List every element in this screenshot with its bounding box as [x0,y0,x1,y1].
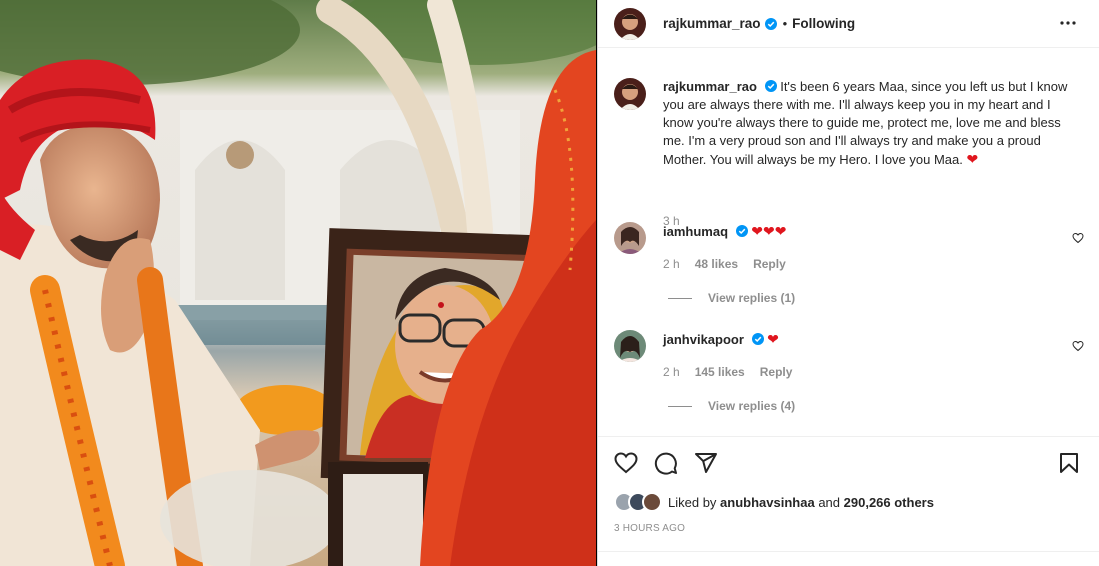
liked-by-summary[interactable]: Liked by anubhavsinhaa and 290,266 other… [614,492,934,512]
post-caption: rajkummar_rao It's been 6 years Maa, sin… [614,78,1084,228]
author-avatar[interactable] [614,7,646,40]
reply-button[interactable]: Reply [760,365,793,379]
liker-avatars [614,492,668,512]
verified-badge-icon [764,80,777,92]
author-username[interactable]: rajkummar_rao [663,16,761,31]
comment-likes-count[interactable]: 145 likes [695,365,745,379]
heart-icon[interactable] [614,451,638,475]
view-replies-button[interactable]: View replies (4) [668,399,1084,413]
separator-dot: • [782,16,788,31]
post-header: rajkummar_rao • Following [598,0,1099,48]
view-replies-label: View replies (4) [708,399,796,413]
commenter-avatar[interactable] [614,330,646,362]
liked-by-username[interactable]: anubhavsinhaa [720,495,815,510]
comment-text: ❤ [767,331,779,347]
red-heart-emoji: ❤ [966,151,979,167]
action-icons-row [614,451,1081,475]
more-options-icon[interactable] [1059,14,1077,32]
view-replies-label: View replies (1) [708,291,796,305]
liked-by-prefix: Liked by [668,494,717,510]
post-photo[interactable] [0,0,596,566]
verified-badge-icon [764,17,777,30]
replies-divider-line [668,297,692,299]
caption-username[interactable]: rajkummar_rao [663,79,757,94]
liker-avatar [642,492,662,512]
post-side-panel: rajkummar_rao • Following rajkummar_rao … [597,0,1099,566]
comment-likes-count[interactable]: 48 likes [695,257,738,271]
comment-item: iamhumaq ❤❤❤ 2 h 48 likes Reply View rep… [614,222,1084,305]
commenter-username[interactable]: janhvikapoor [663,332,744,347]
wedding-photo-image [0,0,596,566]
add-comment-bar[interactable] [598,551,1099,566]
reply-button[interactable]: Reply [753,257,786,271]
view-replies-button[interactable]: View replies (1) [668,291,1084,305]
commenter-avatar[interactable] [614,222,646,254]
liked-by-count[interactable]: 290,266 others [844,495,934,510]
verified-badge-icon [751,333,764,345]
comment-text: ❤❤❤ [751,223,787,239]
commenter-username[interactable]: iamhumaq [663,224,728,239]
comment-like-heart-icon[interactable] [1072,232,1084,244]
comment-icon[interactable] [654,451,678,475]
post-timestamp[interactable]: 3 HOURS AGO [614,523,685,534]
share-icon[interactable] [694,451,718,475]
verified-badge-icon [735,225,748,237]
comment-item: janhvikapoor ❤ 2 h 145 likes Reply View … [614,330,1084,413]
post-actions-section: Liked by anubhavsinhaa and 290,266 other… [598,436,1099,566]
comment-like-heart-icon[interactable] [1072,340,1084,352]
comment-timestamp[interactable]: 2 h [663,257,680,271]
liked-by-and: and [818,494,841,510]
comments-list[interactable]: rajkummar_rao It's been 6 years Maa, sin… [598,48,1099,436]
caption-author-avatar[interactable] [614,78,646,110]
following-button[interactable]: Following [792,16,855,31]
replies-divider-line [668,405,692,407]
bookmark-icon[interactable] [1057,451,1081,475]
comment-timestamp[interactable]: 2 h [663,365,680,379]
